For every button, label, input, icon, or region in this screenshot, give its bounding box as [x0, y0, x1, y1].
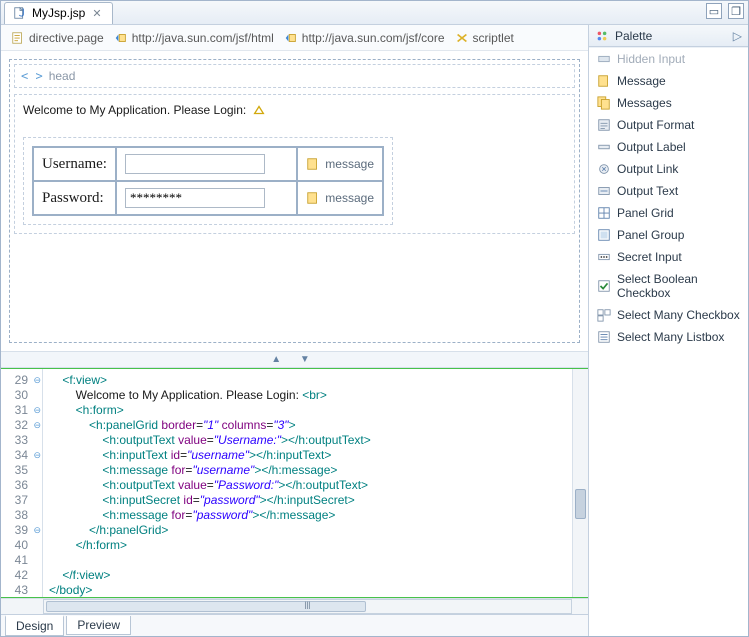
close-tab-icon[interactable]: ✕: [90, 7, 103, 20]
username-message: message: [297, 147, 383, 181]
vertical-scrollbar[interactable]: [572, 369, 588, 597]
horizontal-scrollbar[interactable]: Ⅲ: [43, 599, 572, 614]
editor-tab-label: MyJsp.jsp: [32, 6, 85, 20]
toolbar-label: http://java.sun.com/jsf/html: [132, 31, 274, 45]
editor-tab[interactable]: Ｊ MyJsp.jsp ✕: [4, 2, 113, 24]
component-icon: [597, 96, 611, 110]
toolbar-label: directive.page: [29, 31, 104, 45]
jsf-toolbar: directive.page http://java.sun.com/jsf/h…: [1, 25, 588, 51]
palette-item[interactable]: Output Link: [589, 158, 748, 180]
palette-title: Palette: [615, 29, 652, 43]
palette-item-label: Messages: [617, 96, 672, 110]
palette-item[interactable]: Select Boolean Checkbox: [589, 268, 748, 304]
palette-item-label: Hidden Input: [617, 52, 685, 66]
palette-item-label: Message: [617, 74, 666, 88]
password-label: Password:: [42, 190, 104, 207]
component-icon: [597, 279, 611, 293]
component-icon: [597, 184, 611, 198]
palette-item[interactable]: Hidden Input: [589, 47, 748, 70]
code-content[interactable]: <f:view> Welcome to My Application. Plea…: [43, 369, 572, 597]
palette-item-label: Select Many Listbox: [617, 330, 724, 344]
editor-mode-tabs: Design Preview: [1, 614, 588, 636]
palette-list: Hidden Input Message Messages Output Format…: [589, 47, 748, 636]
palette-item-label: Secret Input: [617, 250, 682, 264]
palette-item-label: Output Text: [617, 184, 678, 198]
source-editor[interactable]: 29303132333435363738394041424344 <f:view…: [1, 368, 588, 598]
palette-item-label: Output Format: [617, 118, 694, 132]
taglib-icon: [284, 31, 298, 45]
palette-item[interactable]: Panel Grid: [589, 202, 748, 224]
minimize-button[interactable]: ▭: [706, 3, 722, 19]
palette-icon: [595, 29, 609, 43]
app-window: Ｊ MyJsp.jsp ✕ ▭ ❐ directive.page: [0, 0, 749, 637]
palette-item[interactable]: Output Label: [589, 136, 748, 158]
palette-item-label: Panel Grid: [617, 206, 674, 220]
palette-item[interactable]: Secret Input: [589, 246, 748, 268]
head-label: head: [49, 69, 76, 83]
palette-item-label: Panel Group: [617, 228, 684, 242]
toolbar-label: http://java.sun.com/jsf/core: [302, 31, 445, 45]
body-section[interactable]: Welcome to My Application. Please Login:…: [14, 94, 575, 234]
page-directive-icon: [11, 31, 25, 45]
palette-item[interactable]: Select Many Listbox: [589, 326, 748, 348]
component-icon: [597, 250, 611, 264]
component-icon: [597, 206, 611, 220]
design-canvas[interactable]: < > head Welcome to My Application. Plea…: [1, 51, 588, 351]
palette-item-label: Output Label: [617, 140, 686, 154]
component-icon: [597, 74, 611, 88]
maximize-button[interactable]: ❐: [728, 3, 744, 19]
taglib-icon: [114, 31, 128, 45]
scrollbar-thumb[interactable]: [575, 489, 586, 519]
component-icon: [597, 308, 611, 322]
tab-preview[interactable]: Preview: [66, 616, 131, 635]
toolbar-scriptlet[interactable]: scriptlet: [455, 31, 514, 45]
palette-item-label: Select Many Checkbox: [617, 308, 740, 322]
palette-item-label: Output Link: [617, 162, 678, 176]
component-icon: [597, 162, 611, 176]
palette-item[interactable]: Output Format: [589, 114, 748, 136]
username-input[interactable]: [125, 154, 265, 174]
palette-header[interactable]: Palette ▷: [589, 25, 748, 47]
palette-item[interactable]: Panel Group: [589, 224, 748, 246]
jsp-file-icon: Ｊ: [13, 6, 27, 20]
toolbar-jsf-html[interactable]: http://java.sun.com/jsf/html: [114, 31, 274, 45]
palette-item[interactable]: Select Many Checkbox: [589, 304, 748, 326]
svg-text:Ｊ: Ｊ: [17, 8, 28, 20]
caret-marker-icon: [252, 103, 266, 117]
head-section[interactable]: < > head: [14, 64, 575, 88]
password-message: message: [297, 181, 383, 215]
split-handle[interactable]: ▲ ▼: [1, 351, 588, 368]
component-icon: [597, 330, 611, 344]
editor-tabbar: Ｊ MyJsp.jsp ✕ ▭ ❐: [1, 1, 748, 25]
palette-item[interactable]: Message: [589, 70, 748, 92]
toolbar-directive[interactable]: directive.page: [11, 31, 104, 45]
component-icon: [597, 140, 611, 154]
form-container[interactable]: Username: message Password:: [23, 137, 393, 225]
scriptlet-icon: [455, 31, 469, 45]
component-icon: [597, 228, 611, 242]
editor-pane: directive.page http://java.sun.com/jsf/h…: [1, 25, 589, 636]
message-icon: [306, 191, 320, 205]
toolbar-jsf-core[interactable]: http://java.sun.com/jsf/core: [284, 31, 445, 45]
tab-design[interactable]: Design: [5, 615, 64, 636]
palette-item[interactable]: Output Text: [589, 180, 748, 202]
welcome-text: Welcome to My Application. Please Login:: [23, 103, 566, 117]
username-label: Username:: [42, 156, 107, 173]
scrollbar-thumb[interactable]: [46, 601, 366, 612]
head-tag-icon: < >: [21, 69, 43, 83]
line-gutter: 29303132333435363738394041424344: [1, 369, 43, 597]
horizontal-scrollbar-row: Ⅲ: [1, 598, 588, 614]
toolbar-label: scriptlet: [473, 31, 514, 45]
palette-item-label: Select Boolean Checkbox: [617, 272, 740, 300]
password-input[interactable]: [125, 188, 265, 208]
palette-item[interactable]: Messages: [589, 92, 748, 114]
panel-grid: Username: message Password:: [32, 146, 384, 216]
component-icon: [597, 118, 611, 132]
palette-panel: Palette ▷ Hidden Input Message Messages Out…: [589, 25, 748, 636]
message-icon: [306, 157, 320, 171]
palette-expand-icon[interactable]: ▷: [733, 29, 742, 43]
component-icon: [597, 52, 611, 66]
